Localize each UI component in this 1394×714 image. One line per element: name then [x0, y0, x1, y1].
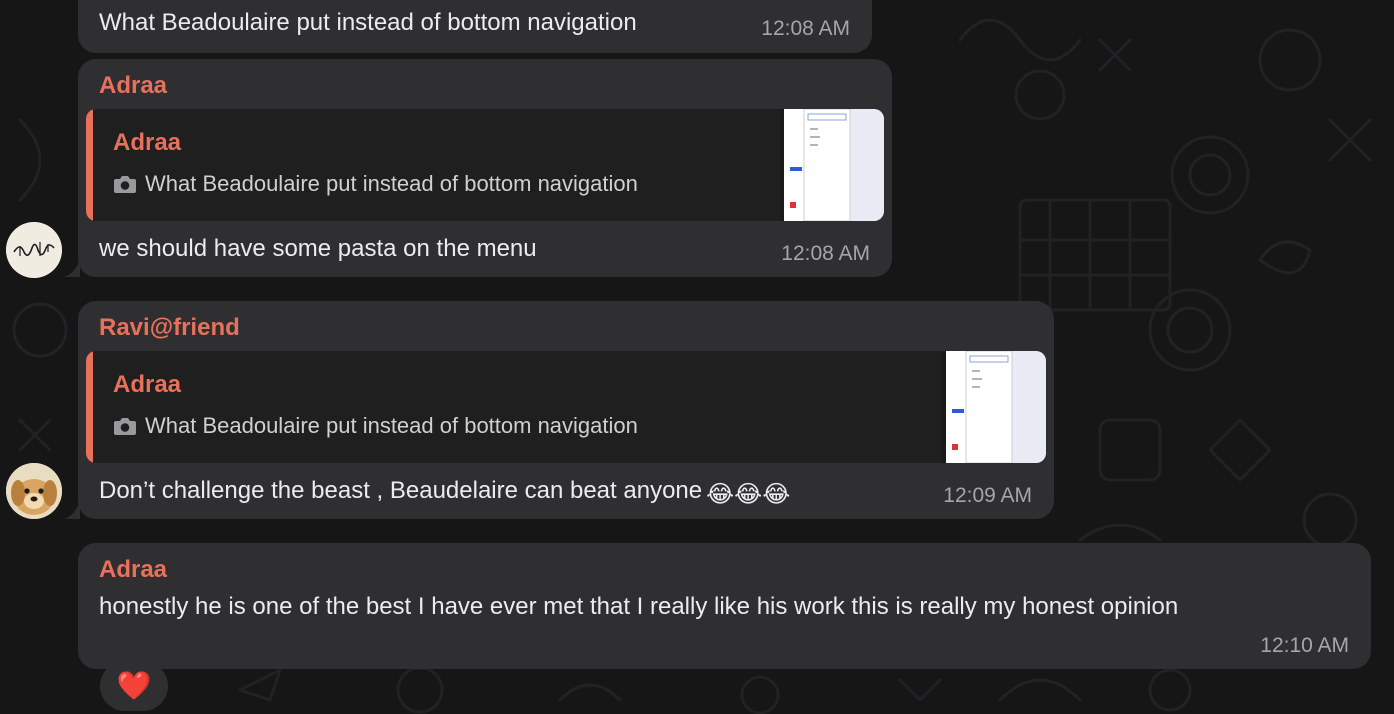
heart-icon: ❤️	[116, 670, 152, 701]
reply-text-row: What Beadoulaire put instead of bottom n…	[113, 413, 638, 439]
avatar[interactable]	[6, 222, 62, 278]
screenshot-thumbnail-image	[780, 109, 884, 221]
reply-accent-bar	[86, 109, 93, 221]
message-time: 12:08 AM	[781, 242, 870, 265]
sender-name: Ravi@friend	[99, 314, 240, 341]
camera-icon	[114, 417, 136, 435]
message-text: Don’t challenge the beast , Beaudelaire …	[99, 477, 703, 504]
reply-text: What Beadoulaire put instead of bottom n…	[145, 413, 638, 438]
message-bubble[interactable]: Adraa Adraa What Beadoulaire put instead…	[78, 59, 892, 277]
calligraphy-avatar-image	[6, 222, 62, 278]
reply-thumbnail	[942, 351, 1046, 463]
reply-sender: Adraa	[113, 371, 182, 398]
bubble-tail	[64, 500, 80, 519]
message-text: honestly he is one of the best I have ev…	[99, 593, 1179, 620]
reaction-badge[interactable]: ❤️	[100, 661, 168, 711]
screenshot-thumbnail-image	[942, 351, 1046, 463]
message-bubble[interactable]: Ravi@friend Adraa What Beadoulaire put i…	[78, 301, 1054, 519]
camera-icon	[114, 175, 136, 193]
reply-sender: Adraa	[113, 129, 182, 156]
sender-name: Adraa	[99, 556, 168, 583]
message-text-row: Don’t challenge the beast , Beaudelaire …	[99, 477, 790, 509]
message-time: 12:10 AM	[1260, 634, 1349, 657]
message-text: we should have some pasta on the menu	[99, 235, 537, 262]
reply-text: What Beadoulaire put instead of bottom n…	[145, 171, 638, 196]
bubble-tail	[64, 258, 80, 277]
reply-thumbnail	[780, 109, 884, 221]
avatar[interactable]	[6, 463, 62, 519]
reply-preview[interactable]: Adraa What Beadoulaire put instead of bo…	[86, 109, 884, 221]
message-time: 12:08 AM	[761, 17, 850, 40]
reply-accent-bar	[86, 351, 93, 463]
puppy-avatar-image	[6, 463, 62, 519]
message-text: What Beadoulaire put instead of bottom n…	[99, 9, 637, 36]
laughing-emoji: 😂😂😂	[706, 481, 791, 508]
message-time: 12:09 AM	[943, 484, 1032, 507]
message-bubble[interactable]: What Beadoulaire put instead of bottom n…	[78, 0, 872, 53]
sender-name: Adraa	[99, 72, 168, 99]
reply-text-row: What Beadoulaire put instead of bottom n…	[113, 171, 638, 197]
reply-preview[interactable]: Adraa What Beadoulaire put instead of bo…	[86, 351, 1046, 463]
message-bubble[interactable]: Adraa honestly he is one of the best I h…	[78, 543, 1371, 669]
